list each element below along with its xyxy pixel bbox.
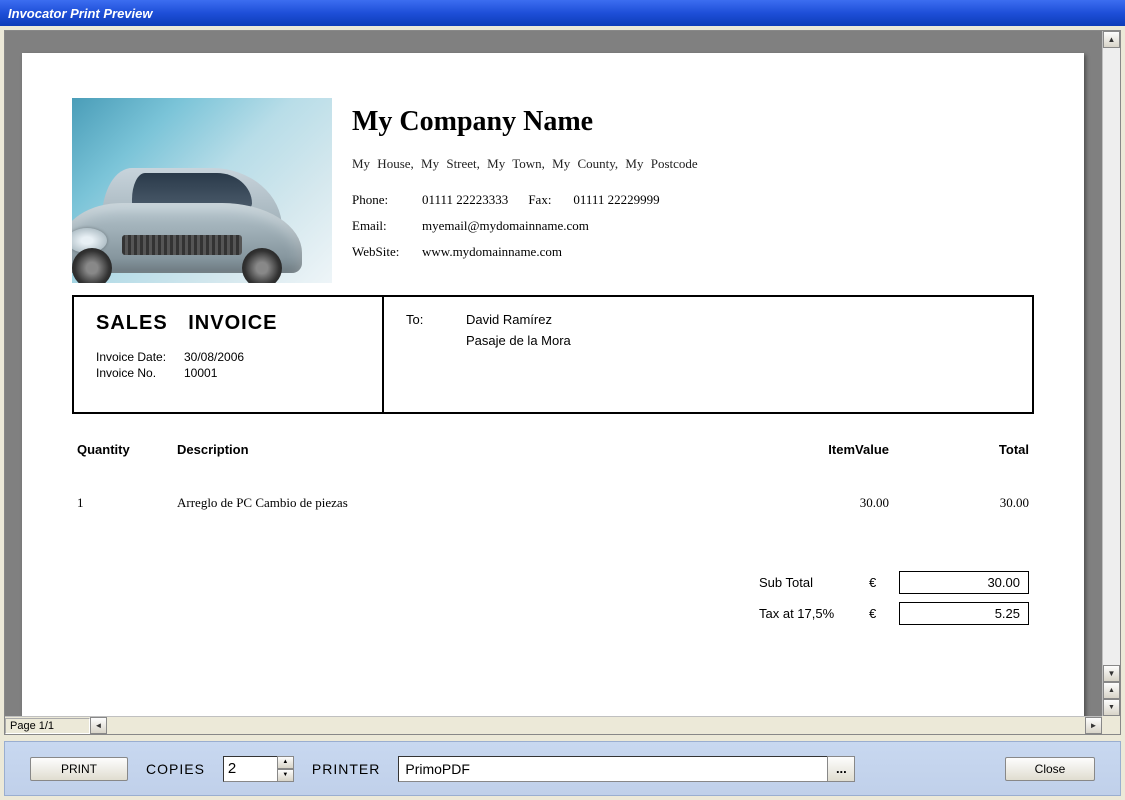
website-label: WebSite: [352, 244, 422, 260]
print-button[interactable]: PRINT [30, 757, 128, 781]
preview-viewport[interactable]: My Company Name My House, My Street, My … [5, 31, 1102, 716]
phone-label: Phone: [352, 192, 422, 208]
window-titlebar: Invocator Print Preview [0, 0, 1125, 26]
subtotal-currency: € [869, 575, 899, 590]
totals-section: Sub Total € 30.00 Tax at 17,5% € 5.25 [72, 571, 1034, 625]
document-page: My Company Name My House, My Street, My … [22, 53, 1084, 716]
subtotal-value: 30.00 [899, 571, 1029, 594]
scroll-down-button[interactable]: ▼ [1103, 665, 1120, 682]
to-label: To: [406, 312, 466, 327]
vertical-scrollbar[interactable]: ▲ ▼ ▲ ▼ [1102, 31, 1120, 716]
app-frame: My Company Name My House, My Street, My … [0, 26, 1125, 800]
company-phone-row: Phone: 01111 22223333 Fax: 01111 2222999… [352, 192, 1034, 208]
company-email-row: Email: myemail@mydomainname.com [352, 218, 1034, 234]
invoice-info-box: SALES INVOICE Invoice Date: 30/08/2006 I… [74, 297, 384, 412]
col-total: Total [889, 442, 1029, 457]
subtotal-label: Sub Total [759, 575, 869, 590]
invoice-number-label: Invoice No. [96, 366, 184, 380]
tax-currency: € [869, 606, 899, 621]
bottom-toolbar: PRINT COPIES ▲ ▼ PRINTER ... Close [4, 741, 1121, 796]
scrollbar-corner [1102, 716, 1120, 734]
copies-down-button[interactable]: ▼ [277, 769, 294, 782]
copies-input[interactable] [223, 756, 278, 782]
fax-label: Fax: [528, 192, 573, 208]
item-desc: Arreglo de PC Cambio de piezas [177, 495, 749, 511]
invoice-date: 30/08/2006 [184, 350, 244, 364]
phone-value: 01111 22223333 [422, 192, 508, 208]
copies-spinner[interactable]: ▲ ▼ [277, 756, 294, 782]
close-button[interactable]: Close [1005, 757, 1095, 781]
to-name: David Ramírez [466, 312, 552, 327]
scroll-right-button[interactable]: ► [1085, 717, 1102, 734]
invoice-date-label: Invoice Date: [96, 350, 184, 364]
items-header: Quantity Description ItemValue Total [72, 442, 1034, 457]
copies-label: COPIES [146, 761, 205, 777]
scroll-left-button[interactable]: ◄ [90, 717, 107, 734]
copies-up-button[interactable]: ▲ [277, 756, 294, 769]
scroll-up-button[interactable]: ▲ [1103, 31, 1120, 48]
item-value: 30.00 [749, 495, 889, 511]
line-item: 1 Arreglo de PC Cambio de piezas 30.00 3… [72, 495, 1034, 511]
invoice-to-box: To: David Ramírez Pasaje de la Mora [384, 297, 1032, 412]
invoice-number: 10001 [184, 366, 217, 380]
window-title: Invocator Print Preview [8, 6, 153, 21]
invoice-title: SALES INVOICE [96, 312, 360, 335]
tax-label: Tax at 17,5% [759, 606, 869, 621]
printer-browse-button[interactable]: ... [827, 756, 855, 782]
item-total: 30.00 [889, 495, 1029, 511]
col-itemvalue: ItemValue [749, 442, 889, 457]
tax-value: 5.25 [899, 602, 1029, 625]
preview-area: My Company Name My House, My Street, My … [4, 30, 1121, 735]
scroll-track[interactable] [1103, 48, 1120, 665]
email-label: Email: [352, 218, 422, 234]
item-qty: 1 [77, 495, 177, 511]
col-description: Description [177, 442, 749, 457]
company-address: My House, My Street, My Town, My County,… [352, 156, 1034, 172]
printer-label: PRINTER [312, 761, 380, 777]
fax-value: 01111 22229999 [573, 192, 659, 208]
scroll-page-down-button[interactable]: ▼ [1103, 699, 1120, 716]
email-value: myemail@mydomainname.com [422, 218, 589, 234]
company-logo-image [72, 98, 332, 283]
to-address: Pasaje de la Mora [466, 333, 571, 348]
company-name: My Company Name [352, 106, 1034, 138]
page-indicator: Page 1/1 [5, 718, 90, 734]
horizontal-scrollbar[interactable]: Page 1/1 ◄ ► [5, 716, 1102, 734]
website-value: www.mydomainname.com [422, 244, 562, 260]
printer-input[interactable] [398, 756, 828, 782]
company-website-row: WebSite: www.mydomainname.com [352, 244, 1034, 260]
col-quantity: Quantity [77, 442, 177, 457]
scroll-page-up-button[interactable]: ▲ [1103, 682, 1120, 699]
